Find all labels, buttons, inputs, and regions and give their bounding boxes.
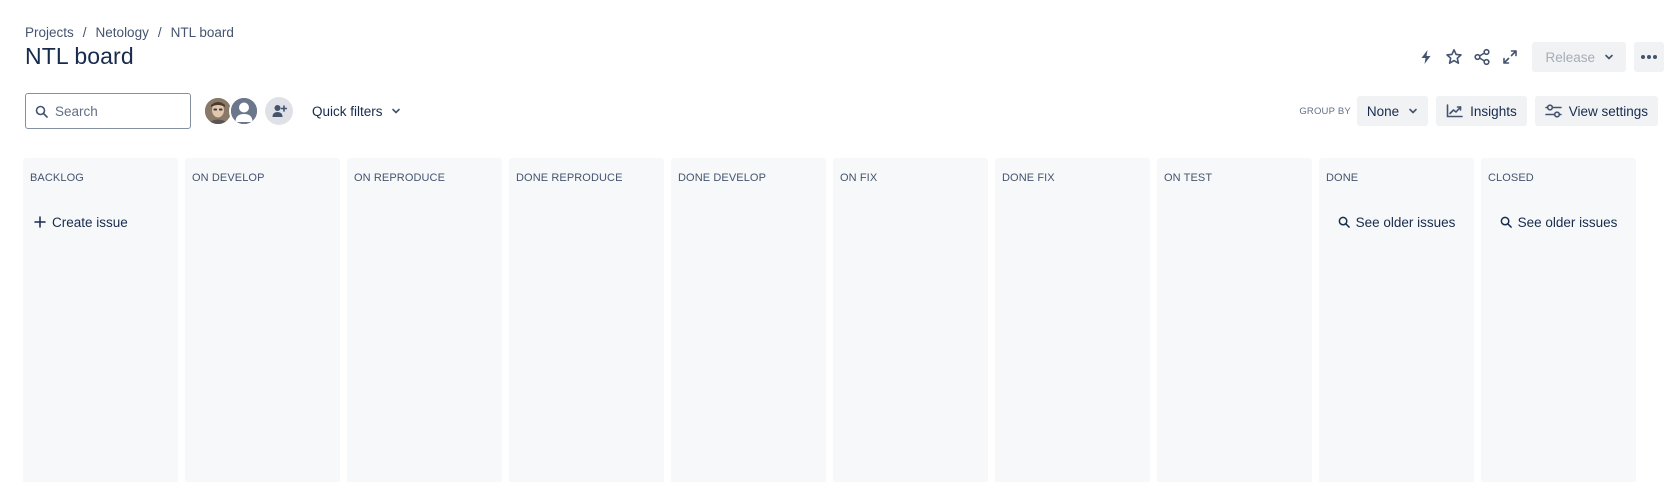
- group-by-label: GROUP BY: [1299, 105, 1351, 117]
- column-title: DONE REPRODUCE: [516, 172, 623, 184]
- insights-chart-icon: [1446, 104, 1463, 118]
- column-title: ON REPRODUCE: [354, 172, 446, 184]
- create-issue-button[interactable]: Create issue: [30, 210, 128, 234]
- board-columns: BACKLOG Create issue ON DEVELOP ON REPRO…: [23, 158, 1636, 482]
- column-title: DONE: [1326, 172, 1359, 184]
- search-input[interactable]: [55, 103, 175, 119]
- column-closed[interactable]: CLOSED See older issues: [1481, 158, 1636, 482]
- breadcrumb-projects[interactable]: Projects: [25, 25, 74, 40]
- search-icon: [1338, 216, 1350, 228]
- expand-icon: [1503, 50, 1518, 64]
- see-older-issues-label: See older issues: [1517, 214, 1618, 230]
- search-icon: [35, 105, 48, 118]
- insights-label: Insights: [1470, 103, 1517, 119]
- column-done[interactable]: DONE See older issues: [1319, 158, 1474, 482]
- settings-sliders-icon: [1544, 104, 1562, 118]
- board-view-tools: GROUP BY None Insights View settings: [1299, 96, 1658, 126]
- breadcrumb-ntl-board[interactable]: NTL board: [171, 25, 234, 40]
- column-done-reproduce[interactable]: DONE REPRODUCE: [509, 158, 664, 482]
- breadcrumb-netology[interactable]: Netology: [96, 25, 149, 40]
- column-done-fix[interactable]: DONE FIX: [995, 158, 1150, 482]
- column-on-develop[interactable]: ON DEVELOP: [185, 158, 340, 482]
- plus-icon: [34, 216, 46, 228]
- column-backlog[interactable]: BACKLOG Create issue: [23, 158, 178, 482]
- star-button[interactable]: [1440, 43, 1468, 71]
- column-on-test[interactable]: ON TEST: [1157, 158, 1312, 482]
- see-older-issues-button[interactable]: See older issues: [1481, 210, 1636, 234]
- column-title: DONE DEVELOP: [678, 172, 767, 184]
- column-title: DONE FIX: [1002, 172, 1055, 184]
- column-title: ON DEVELOP: [192, 172, 265, 184]
- more-actions-button[interactable]: [1634, 42, 1664, 72]
- ellipsis-icon: [1641, 55, 1657, 59]
- header-actions: Release: [1412, 42, 1664, 72]
- expand-button[interactable]: [1496, 43, 1524, 71]
- view-settings-button[interactable]: View settings: [1534, 96, 1658, 126]
- chevron-down-icon: [1605, 54, 1613, 60]
- chevron-down-icon: [391, 108, 400, 114]
- breadcrumb: Projects / Netology / NTL board: [25, 24, 234, 40]
- quick-filters-label: Quick filters: [312, 103, 383, 119]
- share-icon: [1474, 48, 1491, 66]
- page-title: NTL board: [25, 43, 134, 69]
- breadcrumb-separator: /: [82, 24, 87, 40]
- see-older-issues-label: See older issues: [1355, 214, 1456, 230]
- default-user-icon: [231, 98, 257, 124]
- column-title: ON FIX: [840, 172, 878, 184]
- column-title: BACKLOG: [30, 172, 84, 184]
- automation-button[interactable]: [1412, 43, 1440, 71]
- quick-filters-dropdown[interactable]: Quick filters: [308, 97, 405, 125]
- star-icon: [1446, 49, 1463, 64]
- column-done-develop[interactable]: DONE DEVELOP: [671, 158, 826, 482]
- create-issue-label: Create issue: [52, 214, 128, 230]
- breadcrumb-separator: /: [157, 24, 162, 40]
- share-button[interactable]: [1468, 43, 1496, 71]
- user-photo-icon: [205, 98, 231, 124]
- insights-button[interactable]: Insights: [1436, 96, 1527, 126]
- search-icon: [1500, 216, 1512, 228]
- column-on-reproduce[interactable]: ON REPRODUCE: [347, 158, 502, 482]
- group-by-select[interactable]: None: [1356, 96, 1429, 126]
- board-toolbar: Quick filters GROUP BY None Insights: [25, 93, 1658, 129]
- view-settings-label: View settings: [1568, 103, 1648, 119]
- search-box[interactable]: [25, 93, 191, 129]
- add-person-icon: [272, 105, 287, 117]
- lightning-icon: [1421, 50, 1431, 64]
- chevron-down-icon: [1409, 108, 1417, 114]
- column-title: ON TEST: [1164, 172, 1213, 184]
- assignee-avatars: [203, 96, 259, 126]
- column-on-fix[interactable]: ON FIX: [833, 158, 988, 482]
- release-label: Release: [1545, 49, 1595, 65]
- column-title: CLOSED: [1488, 172, 1534, 184]
- see-older-issues-button[interactable]: See older issues: [1319, 210, 1474, 234]
- release-button[interactable]: Release: [1532, 42, 1626, 72]
- group-by-value: None: [1366, 103, 1400, 119]
- avatar-default[interactable]: [229, 96, 259, 126]
- add-people-button[interactable]: [265, 97, 293, 125]
